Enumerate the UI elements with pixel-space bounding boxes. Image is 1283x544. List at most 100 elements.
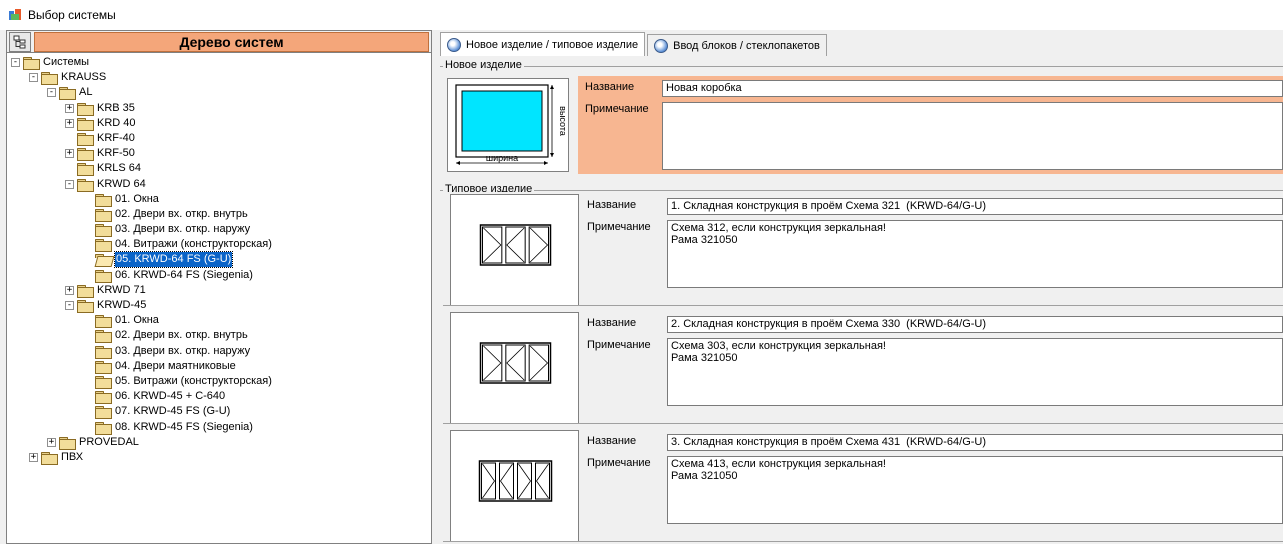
standard-item[interactable]: Название 1. Складная конструкция в проём …	[443, 192, 1283, 306]
folder-icon	[77, 132, 94, 146]
tree-item[interactable]: - AL	[7, 85, 431, 101]
collapse-icon[interactable]: -	[65, 301, 74, 310]
tab-bar: Новое изделие / типовое изделие Ввод бло…	[437, 30, 1283, 56]
tree-item-label[interactable]: KRLS 64	[97, 161, 141, 176]
expand-icon[interactable]: +	[65, 149, 74, 159]
standard-item[interactable]: Название 3. Складная конструкция в проём …	[443, 428, 1283, 542]
folding-door-preview[interactable]	[450, 312, 579, 424]
name-input[interactable]: 1. Складная конструкция в проём Схема 32…	[667, 198, 1283, 215]
standard-item-list: Название 1. Складная конструкция в проём …	[440, 190, 1283, 544]
folding-door-preview[interactable]	[450, 194, 579, 306]
tree-item[interactable]: + ПВХ	[7, 450, 431, 465]
expand-icon[interactable]: +	[65, 118, 74, 128]
tree-item[interactable]: - KRWD-45	[7, 298, 431, 313]
tab-new-item[interactable]: Новое изделие / типовое изделие	[440, 32, 646, 56]
note-input[interactable]: Схема 413, если конструкция зеркальная! …	[667, 456, 1283, 524]
tree-item[interactable]: 05. KRWD-64 FS (G-U)	[7, 251, 431, 269]
tree-item[interactable]: + PROVEDAL	[7, 435, 431, 450]
name-input[interactable]: 3. Складная конструкция в проём Схема 43…	[667, 434, 1283, 451]
tab-label: Новое изделие / типовое изделие	[466, 38, 639, 51]
tree-item[interactable]: 04. Двери маятниковые	[7, 359, 431, 374]
tree-item[interactable]: 03. Двери вх. откр. наружу	[7, 344, 431, 359]
tree-item-label[interactable]: 05. Витражи (конструкторская)	[115, 374, 272, 389]
collapse-icon[interactable]: -	[47, 88, 56, 98]
tree-item[interactable]: + KRD 40	[7, 116, 431, 131]
name-label: Название	[587, 435, 637, 447]
expand-icon[interactable]: +	[65, 103, 74, 113]
tree-item-label[interactable]: 05. KRWD-64 FS (G-U)	[113, 251, 234, 269]
tree-connector	[83, 377, 92, 386]
tree-item[interactable]: KRLS 64	[7, 161, 431, 177]
tree-item-label[interactable]: 06. KRWD-64 FS (Siegenia)	[115, 268, 253, 283]
tree-item[interactable]: KRF-40	[7, 131, 431, 146]
name-input[interactable]: 2. Складная конструкция в проём Схема 33…	[667, 316, 1283, 333]
expand-icon[interactable]: +	[47, 437, 56, 447]
folder-icon	[95, 391, 112, 405]
folder-icon	[77, 117, 94, 131]
folder-icon	[95, 239, 112, 253]
expand-icon[interactable]: +	[65, 285, 74, 295]
tree-item[interactable]: - Системы	[7, 55, 431, 70]
tree-item[interactable]: + KRWD 71	[7, 283, 431, 298]
tree-item-label[interactable]: ПВХ	[61, 450, 83, 465]
folder-icon	[59, 87, 76, 101]
tree-item-label[interactable]: AL	[79, 85, 92, 100]
expand-icon[interactable]: +	[29, 452, 38, 462]
note-input[interactable]: Схема 312, если конструкция зеркальная! …	[667, 220, 1283, 288]
tree-item[interactable]: 06. KRWD-64 FS (Siegenia)	[7, 268, 431, 283]
tree-item[interactable]: - KRWD 64	[7, 177, 431, 192]
note-input[interactable]	[662, 102, 1283, 170]
tree-item[interactable]: 05. Витражи (конструкторская)	[7, 374, 431, 389]
tree-item[interactable]: 02. Двери вх. откр. внутрь	[7, 328, 431, 344]
tree-item[interactable]: + KRF-50	[7, 146, 431, 162]
tree-item-label[interactable]: KRWD-45	[97, 298, 146, 313]
tree-item[interactable]: 02. Двери вх. откр. внутрь	[7, 207, 431, 222]
name-input[interactable]: Новая коробка	[662, 80, 1283, 97]
tree-item-label[interactable]: PROVEDAL	[79, 435, 139, 450]
tree-item-label[interactable]: 08. KRWD-45 FS (Siegenia)	[115, 420, 253, 435]
disc-icon	[447, 37, 461, 52]
tab-blocks[interactable]: Ввод блоков / стеклопакетов	[647, 34, 827, 56]
folding-door-preview[interactable]	[450, 430, 579, 542]
tree-item[interactable]: 03. Двери вх. откр. наружу	[7, 222, 431, 238]
tree-item-label[interactable]: KRWD 71	[97, 283, 146, 298]
tree-item-label[interactable]: 02. Двери вх. откр. внутрь	[115, 207, 248, 222]
tree-item-label[interactable]: KRWD 64	[97, 177, 146, 192]
folder-icon	[95, 406, 112, 420]
folder-icon	[95, 315, 112, 329]
collapse-icon[interactable]: -	[29, 73, 38, 83]
folder-icon	[95, 224, 112, 238]
tree-item-label[interactable]: KRB 35	[97, 101, 135, 116]
tree-view-button[interactable]	[9, 31, 31, 52]
tree-item-label[interactable]: Системы	[43, 55, 89, 70]
tree-item-label[interactable]: 04. Двери маятниковые	[115, 359, 236, 374]
new-item-preview[interactable]: ширина высота	[447, 78, 569, 172]
tree-item-label[interactable]: 01. Окна	[115, 192, 159, 207]
folder-icon	[23, 57, 40, 70]
tree-item-label[interactable]: KRAUSS	[61, 70, 106, 85]
tree-item-label[interactable]: 02. Двери вх. откр. внутрь	[115, 328, 248, 343]
tree-item[interactable]: 07. KRWD-45 FS (G-U)	[7, 404, 431, 420]
collapse-icon[interactable]: -	[65, 179, 74, 189]
tree-item[interactable]: 08. KRWD-45 FS (Siegenia)	[7, 420, 431, 435]
tree-item-label[interactable]: 04. Витражи (конструкторская)	[115, 237, 272, 252]
collapse-icon[interactable]: -	[11, 58, 20, 67]
tree-item-label[interactable]: 03. Двери вх. откр. наружу	[115, 344, 250, 359]
tree-item-label[interactable]: 07. KRWD-45 FS (G-U)	[115, 404, 230, 419]
tree-item-label[interactable]: 01. Окна	[115, 313, 159, 328]
tree-item[interactable]: 04. Витражи (конструкторская)	[7, 237, 431, 253]
note-input[interactable]: Схема 303, если конструкция зеркальная! …	[667, 338, 1283, 406]
tree-item-label[interactable]: KRF-50	[97, 146, 135, 161]
tree-item-label[interactable]: 06. KRWD-45 + C-640	[115, 389, 225, 404]
tree-connector	[83, 347, 92, 356]
name-label: Название	[587, 317, 637, 329]
tree-item[interactable]: 01. Окна	[7, 192, 431, 207]
tree-item[interactable]: + KRB 35	[7, 101, 431, 116]
tree-item[interactable]: 06. KRWD-45 + C-640	[7, 389, 431, 405]
standard-item[interactable]: Название 2. Складная конструкция в проём …	[443, 310, 1283, 424]
tree-item-label[interactable]: KRD 40	[97, 116, 136, 131]
tree-item-label[interactable]: KRF-40	[97, 131, 135, 146]
tree-item[interactable]: 01. Окна	[7, 313, 431, 329]
tree-item[interactable]: - KRAUSS	[7, 70, 431, 86]
tree-item-label[interactable]: 03. Двери вх. откр. наружу	[115, 222, 250, 237]
